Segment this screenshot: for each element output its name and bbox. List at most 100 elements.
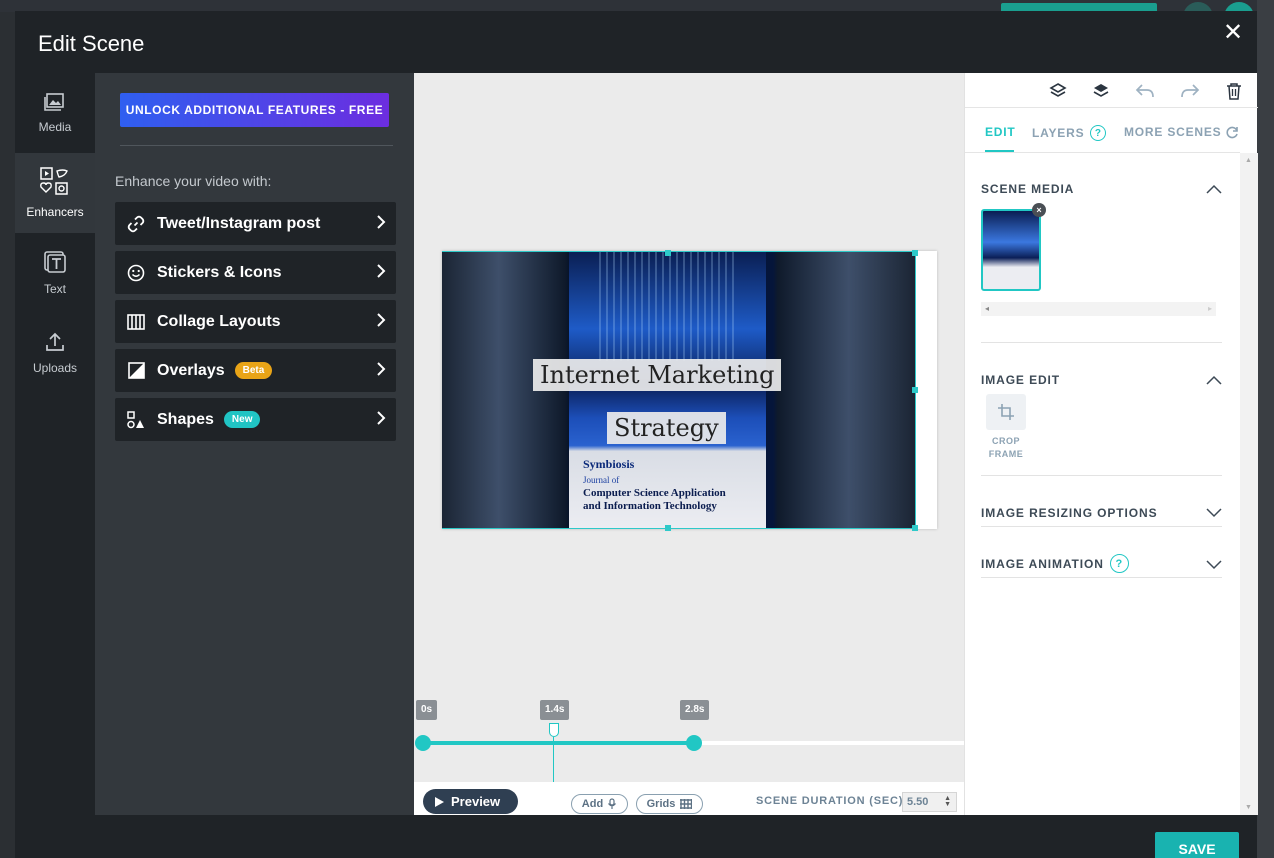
layer-down-icon[interactable]: [1048, 81, 1068, 101]
scene-title-line2[interactable]: Strategy: [607, 412, 726, 444]
crop-label-line1: CROP: [991, 436, 1020, 446]
chevron-up-icon[interactable]: [1206, 372, 1222, 390]
enhancers-icon: [40, 167, 68, 195]
timeline-range: [422, 741, 694, 745]
chevron-up-icon[interactable]: [1206, 181, 1222, 199]
crop-frame-button[interactable]: [986, 394, 1026, 430]
scene-duration-label: SCENE DURATION (SEC): [756, 795, 904, 807]
enhancer-tweet-instagram[interactable]: Tweet/Instagram post: [115, 202, 396, 245]
link-icon: [125, 214, 147, 234]
media-scrollbar[interactable]: ◂ ▸: [981, 302, 1216, 316]
preview-button[interactable]: Preview: [423, 789, 518, 814]
playhead-line: [553, 737, 554, 782]
shapes-icon: [125, 410, 147, 430]
app-right-edge: [1257, 0, 1274, 858]
undo-icon[interactable]: [1135, 81, 1155, 101]
upload-icon: [46, 332, 64, 351]
add-label: Add: [581, 798, 604, 810]
playhead-marker[interactable]: [549, 723, 559, 737]
chevron-right-icon: [376, 410, 386, 431]
play-icon: [435, 796, 444, 807]
columns-icon: [125, 312, 147, 332]
scene-duration-input[interactable]: 5.50 ▲ ▼: [902, 792, 957, 812]
redo-icon[interactable]: [1180, 81, 1200, 101]
properties-panel: EDIT LAYERS ? MORE SCENES SCENE MEDIA × …: [964, 73, 1258, 815]
trash-icon[interactable]: [1224, 81, 1244, 101]
timeline-mid-label: 1.4s: [540, 700, 570, 720]
stepper-icon[interactable]: ▲ ▼: [944, 795, 951, 808]
image-resizing-title[interactable]: IMAGE RESIZING OPTIONS: [981, 506, 1157, 520]
properties-scrollbar[interactable]: ▲ ▼: [1240, 153, 1258, 815]
enhancers-panel: UNLOCK ADDITIONAL FEATURES - FREE Enhanc…: [95, 73, 414, 815]
chevron-down-icon[interactable]: [1206, 557, 1222, 575]
grids-label: Grids: [646, 798, 676, 810]
active-tab-indicator: [985, 150, 1014, 152]
image-animation-label: IMAGE ANIMATION: [981, 556, 1104, 571]
rail-label-media: Media: [38, 120, 72, 134]
selection-border-bottom: [442, 528, 916, 529]
close-icon[interactable]: ✕: [1223, 21, 1243, 45]
left-rail: Media Enhancers Text Uploads: [15, 73, 95, 815]
enhancer-collage-layouts[interactable]: Collage Layouts: [115, 300, 396, 343]
resize-handle-top-right[interactable]: [912, 250, 918, 256]
light-beams: [599, 251, 736, 361]
resize-handle-right[interactable]: [912, 387, 918, 393]
scene-title-line1[interactable]: Internet Marketing: [533, 359, 782, 391]
timeline-end-handle[interactable]: [686, 735, 702, 751]
resize-handle-top[interactable]: [665, 250, 671, 256]
scene-stage[interactable]: Symbiosis Journal of Computer Science Ap…: [442, 250, 937, 531]
chevron-down-icon[interactable]: [1206, 505, 1222, 523]
timeline-start-label: 0s: [416, 700, 438, 720]
rail-label-enhancers: Enhancers: [26, 205, 84, 219]
resize-handle-bottom-right[interactable]: [912, 525, 918, 531]
remove-media-icon[interactable]: ×: [1032, 203, 1046, 217]
scene-media-title: SCENE MEDIA: [981, 182, 1075, 196]
enhancer-shapes[interactable]: Shapes New: [115, 398, 396, 441]
divider: [981, 526, 1222, 527]
enhancer-label: Overlays: [157, 361, 225, 379]
enhancer-label: Tweet/Instagram post: [157, 214, 321, 232]
new-badge: New: [223, 411, 261, 428]
resize-handle-bottom[interactable]: [665, 525, 671, 531]
scene-media-thumbnail[interactable]: [981, 209, 1041, 291]
divider: [981, 577, 1222, 578]
tab-edit[interactable]: EDIT: [985, 125, 1016, 139]
add-audio-button[interactable]: Add: [571, 794, 628, 814]
cover-journal: Journal of: [583, 475, 620, 485]
rail-label-uploads: Uploads: [32, 361, 78, 375]
image-icon: [44, 93, 64, 111]
layer-up-icon[interactable]: [1091, 81, 1111, 101]
scene-image[interactable]: Symbiosis Journal of Computer Science Ap…: [442, 251, 915, 529]
image-animation-title[interactable]: IMAGE ANIMATION ?: [981, 554, 1129, 573]
cover-title-line2: and Information Technology: [583, 500, 717, 512]
chevron-right-icon: [376, 361, 386, 382]
chevron-right-icon: [376, 312, 386, 333]
tab-layers[interactable]: LAYERS ?: [1032, 125, 1107, 141]
rail-item-media[interactable]: Media: [15, 73, 95, 153]
rail-item-text[interactable]: Text: [15, 233, 95, 313]
save-button[interactable]: SAVE: [1155, 832, 1239, 858]
image-edit-title: IMAGE EDIT: [981, 373, 1061, 387]
cover-logo: Symbiosis: [583, 457, 635, 471]
modal-title: Edit Scene: [38, 31, 145, 56]
unlock-features-button[interactable]: UNLOCK ADDITIONAL FEATURES - FREE: [120, 93, 389, 127]
preview-label: Preview: [451, 794, 501, 809]
enhancer-stickers-icons[interactable]: Stickers & Icons: [115, 251, 396, 294]
chevron-right-icon: [376, 214, 386, 235]
crop-icon: [998, 404, 1014, 420]
timeline-start-handle[interactable]: [415, 735, 431, 751]
edit-scene-modal: Edit Scene ✕ Media Enhancers Text Upload…: [15, 11, 1258, 858]
overlay-icon: [125, 361, 147, 381]
help-icon[interactable]: ?: [1090, 125, 1107, 141]
tab-layers-label: LAYERS: [1032, 126, 1085, 140]
rail-item-uploads[interactable]: Uploads: [15, 313, 95, 393]
tab-more-scenes[interactable]: MORE SCENES: [1124, 125, 1239, 139]
enhancer-overlays[interactable]: Overlays Beta: [115, 349, 396, 392]
rail-item-enhancers[interactable]: Enhancers: [15, 153, 95, 233]
tab-more-scenes-label: MORE SCENES: [1124, 125, 1222, 139]
help-icon[interactable]: ?: [1109, 554, 1129, 573]
smiley-icon: [125, 263, 147, 283]
properties-tabs: EDIT LAYERS ? MORE SCENES: [965, 108, 1240, 153]
grids-button[interactable]: Grids: [636, 794, 703, 814]
text-icon: [44, 251, 66, 273]
